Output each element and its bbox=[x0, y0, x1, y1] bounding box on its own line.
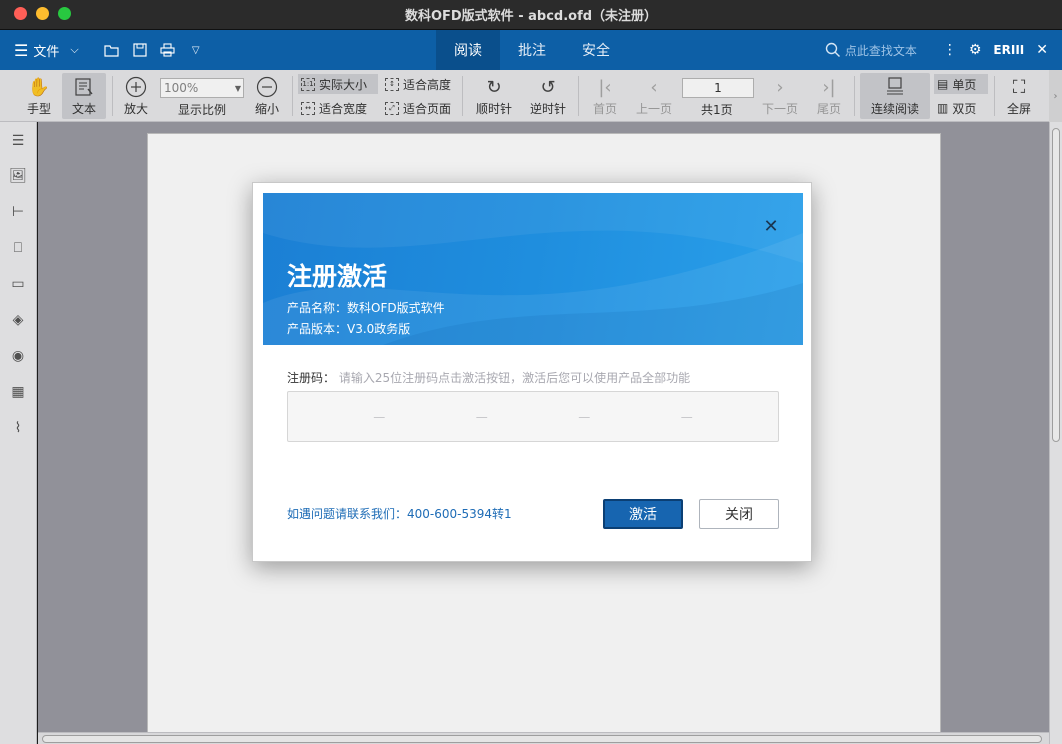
dialog-title: 注册激活 bbox=[287, 262, 388, 291]
product-version: 产品版本：V3.0政务版 bbox=[287, 322, 411, 336]
tab-security[interactable]: 安全 bbox=[564, 30, 628, 70]
code-segment-4[interactable]: — bbox=[657, 410, 717, 424]
gear-icon[interactable]: ⚙ bbox=[969, 42, 982, 58]
print-icon[interactable] bbox=[157, 39, 179, 61]
minimize-window-button[interactable] bbox=[36, 7, 49, 20]
code-segment-2[interactable]: — bbox=[452, 410, 512, 424]
code-segment-1[interactable]: — bbox=[349, 410, 409, 424]
file-menu-label: 文件 bbox=[33, 44, 60, 60]
menu-bar: ☰ 文件 ⌵ ▽ 阅读 批注 安全 点此查找文本 ⋮ ⚙ ERIII ✕ bbox=[0, 30, 1062, 70]
search-icon bbox=[825, 42, 840, 57]
chevron-down-icon: ⌵ bbox=[70, 43, 79, 56]
close-button[interactable]: 关闭 bbox=[699, 499, 779, 529]
tab-read[interactable]: 阅读 bbox=[436, 30, 500, 70]
open-folder-icon[interactable] bbox=[101, 39, 123, 61]
dialog-banner: ✕ 注册激活 产品名称：数科OFD版式软件 产品版本：V3.0政务版 bbox=[263, 193, 803, 345]
activation-dialog: ✕ 注册激活 产品名称：数科OFD版式软件 产品版本：V3.0政务版 注册码： … bbox=[252, 182, 812, 562]
product-name: 产品名称：数科OFD版式软件 bbox=[287, 301, 445, 315]
hamburger-icon: ☰ bbox=[14, 40, 29, 60]
contact-info: 如遇问题请联系我们：400-600-5394转1 bbox=[287, 507, 512, 521]
window-title: 数科OFD版式软件 - abcd.ofd（未注册） bbox=[404, 9, 658, 24]
close-window-button[interactable] bbox=[14, 7, 27, 20]
more-vertical-icon[interactable]: ⋮ bbox=[943, 42, 957, 58]
reg-code-row: 注册码： 请输入25位注册码点击激活按钮，激活后您可以使用产品全部功能 bbox=[287, 369, 690, 386]
title-bar: 数科OFD版式软件 - abcd.ofd（未注册） bbox=[0, 0, 1062, 30]
dialog-close-icon[interactable]: ✕ bbox=[761, 217, 781, 237]
search-box[interactable]: 点此查找文本 bbox=[825, 42, 917, 59]
brand-label: ERIII bbox=[993, 43, 1025, 57]
registration-code-field[interactable]: — — — — bbox=[287, 391, 779, 442]
zoom-window-button[interactable] bbox=[58, 7, 71, 20]
search-placeholder: 点此查找文本 bbox=[844, 43, 917, 58]
ribbon-tabs: 阅读 批注 安全 bbox=[436, 30, 628, 70]
quick-access-dropdown-icon[interactable]: ▽ bbox=[185, 39, 207, 61]
activate-button[interactable]: 激活 bbox=[603, 499, 683, 529]
close-icon[interactable]: ✕ bbox=[1036, 42, 1048, 58]
reg-code-hint: 请输入25位注册码点击激活按钮，激活后您可以使用产品全部功能 bbox=[338, 371, 691, 385]
file-menu[interactable]: ☰ 文件 ⌵ bbox=[14, 41, 79, 60]
window-controls bbox=[14, 7, 71, 20]
reg-code-label: 注册码： bbox=[287, 371, 336, 385]
tab-annotate[interactable]: 批注 bbox=[500, 30, 564, 70]
code-segment-3[interactable]: — bbox=[554, 410, 614, 424]
save-icon[interactable] bbox=[129, 39, 151, 61]
